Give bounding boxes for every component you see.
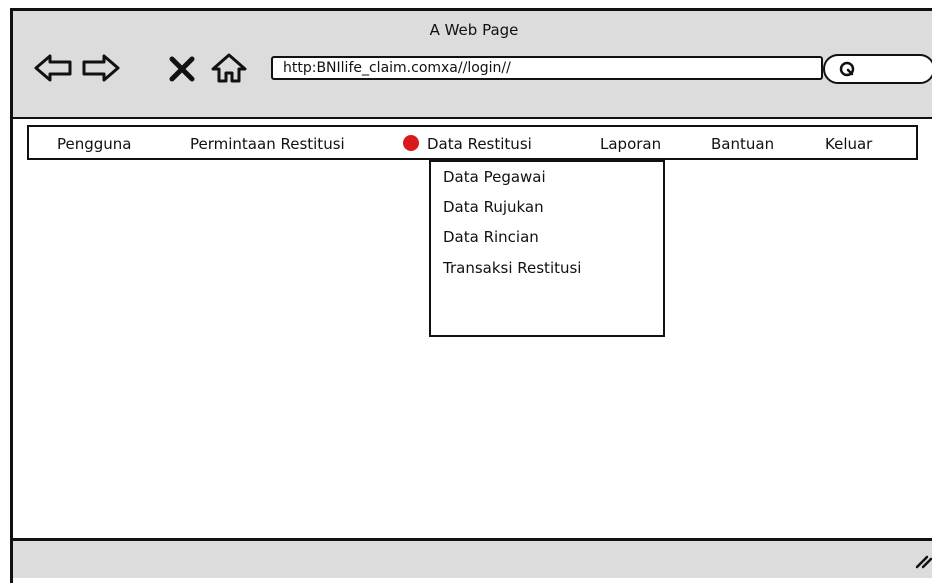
menu-item-data-restitusi[interactable]: Data Restitusi	[427, 135, 532, 153]
menu-item-bantuan[interactable]: Bantuan	[711, 135, 774, 153]
menu-item-pengguna[interactable]: Pengguna	[57, 135, 132, 153]
search-input[interactable]	[823, 54, 932, 84]
resize-grip-icon[interactable]	[913, 551, 932, 571]
dropdown-item-data-pegawai[interactable]: Data Pegawai	[443, 168, 546, 186]
dropdown-item-data-rujukan[interactable]: Data Rujukan	[443, 198, 544, 216]
dropdown-item-transaksi-restitusi[interactable]: Transaksi Restitusi	[443, 259, 581, 277]
search-icon[interactable]	[839, 61, 857, 79]
menu-item-permintaan-restitusi[interactable]: Permintaan Restitusi	[190, 135, 345, 153]
url-input[interactable]: http:BNIlife_claim.comxa//login//	[271, 56, 823, 80]
stop-button[interactable]	[167, 51, 201, 85]
status-bar	[13, 538, 932, 578]
menu-item-laporan[interactable]: Laporan	[600, 135, 661, 153]
menu-item-keluar[interactable]: Keluar	[825, 135, 872, 153]
forward-arrow-icon	[82, 54, 120, 82]
back-button[interactable]	[33, 51, 72, 85]
window-title: A Web Page	[429, 21, 519, 39]
browser-toolbar: A Web Page http:BNIlife_claim.comxa//log…	[13, 11, 932, 119]
home-button[interactable]	[209, 51, 247, 85]
cursor-marker-icon	[403, 135, 419, 151]
home-icon	[211, 53, 247, 83]
close-icon	[169, 56, 195, 82]
data-restitusi-dropdown: Data Pegawai Data Rujukan Data Rincian T…	[429, 160, 665, 337]
browser-window: A Web Page http:BNIlife_claim.comxa//log…	[10, 8, 932, 583]
dropdown-item-data-rincian[interactable]: Data Rincian	[443, 228, 539, 246]
menu-bar: Pengguna Permintaan Restitusi Data Resti…	[27, 125, 918, 160]
back-arrow-icon	[34, 54, 72, 82]
forward-button[interactable]	[81, 51, 120, 85]
